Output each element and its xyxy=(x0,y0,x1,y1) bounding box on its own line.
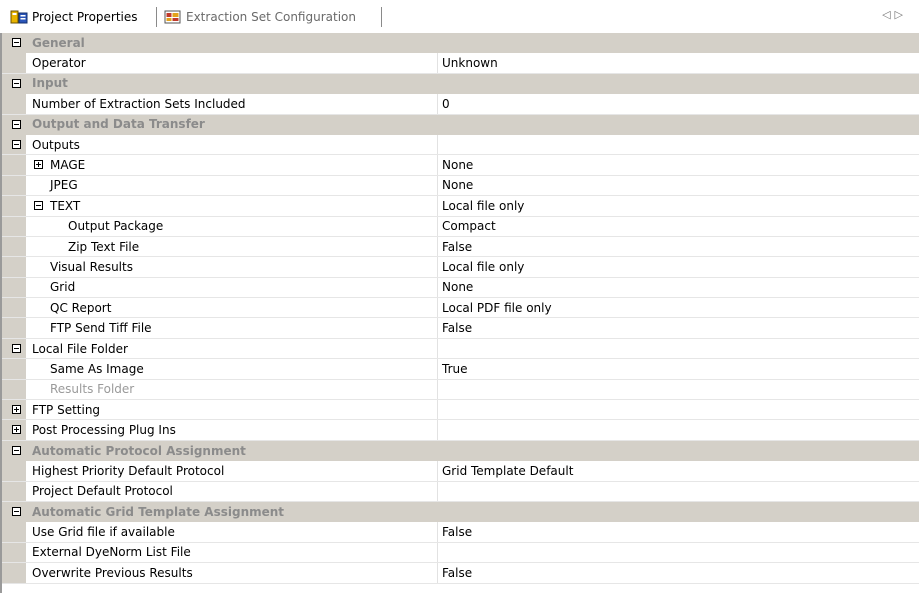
property-value[interactable] xyxy=(438,420,919,439)
property-value[interactable]: None xyxy=(438,155,919,174)
property-row[interactable]: MAGE None xyxy=(2,155,919,176)
property-row[interactable]: Grid None xyxy=(2,277,919,299)
property-value[interactable]: False xyxy=(438,318,919,337)
category-row[interactable]: Automatic Grid Template Assignment xyxy=(2,501,919,523)
property-name[interactable]: Highest Priority Default Protocol xyxy=(2,461,438,481)
property-row[interactable]: Use Grid file if available False xyxy=(2,522,919,543)
property-row[interactable]: Output Package Compact xyxy=(2,216,919,237)
property-row[interactable]: TEXT Local file only xyxy=(2,196,919,217)
property-name[interactable]: Same As Image xyxy=(2,359,438,379)
property-name[interactable]: Project Default Protocol xyxy=(2,481,438,501)
property-row[interactable]: Number of Extraction Sets Included 0 xyxy=(2,94,919,115)
tab-project-properties[interactable]: Project Properties xyxy=(10,7,138,27)
property-row[interactable]: Project Default Protocol xyxy=(2,481,919,502)
extraction-set-icon xyxy=(164,9,182,25)
property-name[interactable]: Visual Results xyxy=(2,257,438,277)
tab-scroll-left-icon[interactable]: ◁ xyxy=(882,8,894,21)
category-row[interactable]: Automatic Protocol Assignment xyxy=(2,440,919,462)
collapse-icon[interactable] xyxy=(12,506,21,516)
tab-label: Extraction Set Configuration xyxy=(186,10,356,24)
project-properties-icon xyxy=(10,9,28,25)
property-name[interactable]: Zip Text File xyxy=(2,236,438,257)
property-value[interactable] xyxy=(438,400,919,419)
category-row[interactable]: Input xyxy=(2,73,919,95)
property-name[interactable]: MAGE xyxy=(2,155,438,175)
property-name[interactable]: Use Grid file if available xyxy=(2,522,438,542)
tab-label: Project Properties xyxy=(32,10,138,24)
category-label[interactable]: Automatic Protocol Assignment xyxy=(2,441,919,460)
property-row[interactable]: Results Folder xyxy=(2,379,919,401)
property-row[interactable]: FTP Setting xyxy=(2,400,919,421)
property-name[interactable]: Post Processing Plug Ins xyxy=(2,420,438,440)
tab-extraction-set-configuration[interactable]: Extraction Set Configuration xyxy=(164,7,356,27)
tab-scroll-right-icon[interactable]: ▷ xyxy=(895,8,907,21)
property-value[interactable]: Grid Template Default xyxy=(438,461,919,480)
property-value[interactable]: Unknown xyxy=(438,53,919,72)
property-row[interactable]: Overwrite Previous Results False xyxy=(2,563,919,584)
collapse-icon[interactable] xyxy=(12,119,21,129)
property-name[interactable]: Output Package xyxy=(2,216,438,236)
property-value[interactable]: False xyxy=(438,522,919,541)
category-row[interactable]: Output and Data Transfer xyxy=(2,114,919,135)
property-value[interactable]: Local PDF file only xyxy=(438,298,919,317)
property-row[interactable]: Visual Results Local file only xyxy=(2,257,919,278)
property-name[interactable]: Overwrite Previous Results xyxy=(2,563,438,583)
category-label[interactable]: Automatic Grid Template Assignment xyxy=(2,502,919,521)
property-name[interactable]: Number of Extraction Sets Included xyxy=(2,94,438,114)
property-row[interactable]: Zip Text File False xyxy=(2,236,919,258)
property-name[interactable]: Operator xyxy=(2,53,438,73)
property-name[interactable]: FTP Send Tiff File xyxy=(2,318,438,338)
property-name[interactable]: FTP Setting xyxy=(2,400,438,420)
property-row[interactable]: Same As Image True xyxy=(2,359,919,380)
property-name[interactable]: Outputs xyxy=(2,134,438,155)
property-row[interactable]: Operator Unknown xyxy=(2,53,919,74)
category-label[interactable]: Input xyxy=(2,74,919,93)
property-row[interactable]: JPEG None xyxy=(2,175,919,197)
property-row[interactable]: Local File Folder xyxy=(2,338,919,360)
property-name[interactable]: Local File Folder xyxy=(2,338,438,359)
property-grid: General Operator Unknown Input Number of Ext… xyxy=(0,33,919,593)
property-row[interactable]: FTP Send Tiff File False xyxy=(2,318,919,339)
property-row[interactable]: Highest Priority Default Protocol Grid Te… xyxy=(2,461,919,482)
category-label[interactable]: Output and Data Transfer xyxy=(2,115,919,134)
tab-separator xyxy=(156,7,157,27)
property-value[interactable]: None xyxy=(438,176,919,195)
property-value[interactable]: Local file only xyxy=(438,196,919,215)
tab-scroll-arrows[interactable]: ◁▷ xyxy=(882,8,907,21)
property-value[interactable]: Compact xyxy=(438,217,919,236)
property-value[interactable]: 0 xyxy=(438,94,919,113)
property-value[interactable]: Local file only xyxy=(438,257,919,276)
property-name[interactable]: QC Report xyxy=(2,298,438,318)
category-label[interactable]: General xyxy=(2,33,919,52)
property-value[interactable]: True xyxy=(438,359,919,378)
property-value[interactable] xyxy=(438,135,919,154)
collapse-icon[interactable] xyxy=(12,38,21,47)
property-value[interactable] xyxy=(438,482,919,501)
property-value[interactable]: False xyxy=(438,237,919,256)
category-row[interactable]: General xyxy=(2,33,919,54)
property-name[interactable]: Grid xyxy=(2,277,438,298)
property-value[interactable] xyxy=(438,339,919,358)
property-name[interactable]: External DyeNorm List File xyxy=(2,542,438,563)
tab-strip: Project Properties Extraction Set Config… xyxy=(0,0,919,33)
property-name[interactable]: JPEG xyxy=(2,175,438,196)
collapse-icon[interactable] xyxy=(12,445,21,455)
property-name[interactable]: TEXT xyxy=(2,196,438,216)
property-name[interactable]: Results Folder xyxy=(2,379,438,400)
collapse-icon[interactable] xyxy=(12,78,21,88)
tab-separator xyxy=(381,7,382,27)
property-value[interactable]: None xyxy=(438,278,919,297)
property-row[interactable]: QC Report Local PDF file only xyxy=(2,298,919,319)
property-value[interactable] xyxy=(438,380,919,399)
property-value[interactable]: False xyxy=(438,563,919,582)
property-row[interactable]: Outputs xyxy=(2,134,919,156)
property-row[interactable]: External DyeNorm List File xyxy=(2,542,919,564)
property-value[interactable] xyxy=(438,543,919,562)
property-row[interactable]: Post Processing Plug Ins xyxy=(2,420,919,441)
